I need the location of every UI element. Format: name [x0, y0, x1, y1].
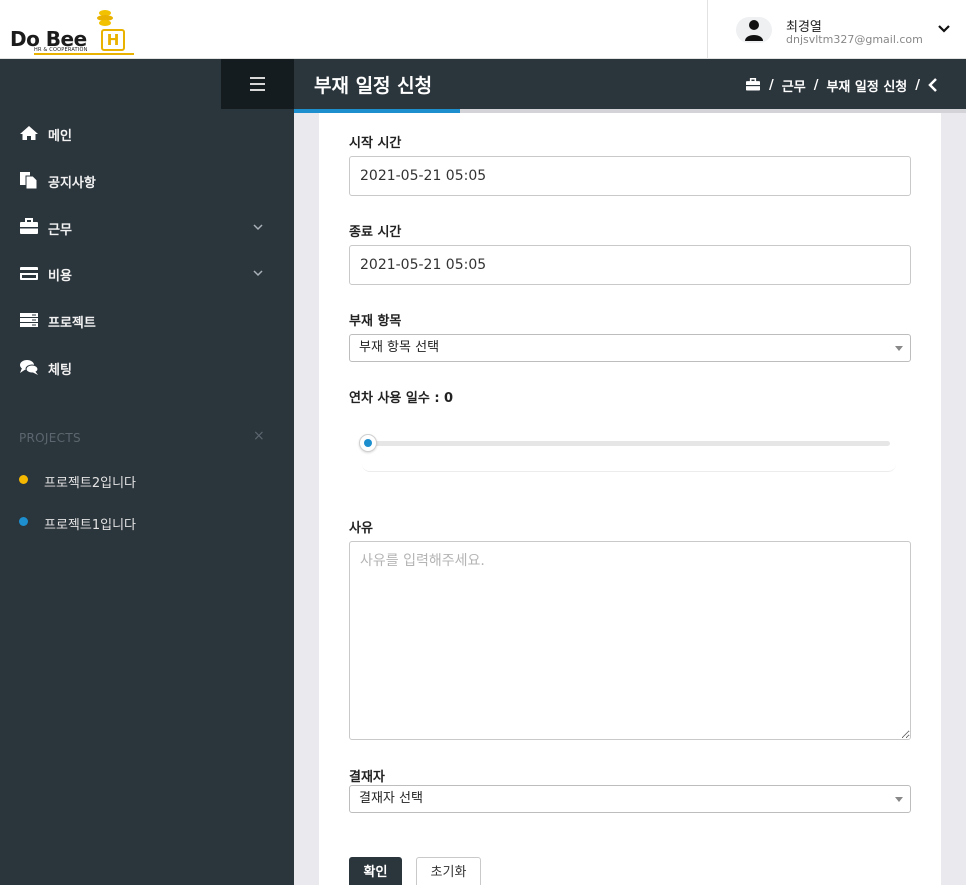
menu-toggle-button[interactable]	[221, 59, 294, 109]
user-menu[interactable]: 최경열 dnjsvltm327@gmail.com	[707, 0, 966, 59]
slider-track[interactable]	[368, 441, 890, 446]
breadcrumb-separator: /	[813, 77, 819, 93]
absence-request-form: 시작 시간 2021-05-21 05:05 종료 시간 2021-05-21 …	[319, 113, 941, 885]
start-time-input[interactable]: 2021-05-21 05:05	[349, 156, 911, 196]
sidebar-item-label: 메인	[48, 129, 72, 144]
chevron-down-icon	[253, 224, 263, 231]
sidebar-item-work[interactable]: 근무	[0, 207, 294, 247]
end-time-label: 종료 시간	[349, 225, 402, 240]
sidebar-item-main[interactable]: 메인	[0, 113, 294, 153]
approver-selected: 결재자 선택	[359, 791, 423, 806]
sidebar-project-item[interactable]: 프로젝트2입니다	[0, 465, 294, 495]
chevron-left-icon[interactable]	[928, 78, 938, 92]
sidebar-item-label: 공지사항	[48, 176, 96, 191]
start-time-label: 시작 시간	[349, 136, 402, 151]
slider-handle[interactable]	[359, 434, 377, 452]
sidebar-item-expense[interactable]: 비용	[0, 253, 294, 293]
hamburger-icon-line	[250, 83, 265, 85]
absence-type-label: 부재 항목	[349, 314, 402, 329]
logo-h-mark: H	[101, 29, 125, 51]
sidebar-project-item[interactable]: 프로젝트1입니다	[0, 507, 294, 537]
end-time-input[interactable]: 2021-05-21 05:05	[349, 245, 911, 285]
absence-type-selected: 부재 항목 선택	[359, 340, 440, 355]
reason-textarea[interactable]	[349, 541, 911, 740]
page-header: 부재 일정 신청 / 근무 / 부재 일정 신청 /	[294, 59, 966, 109]
absence-type-select[interactable]: 부재 항목 선택	[349, 334, 911, 362]
leave-days-label: 연차 사용 일수 : 0	[349, 391, 454, 406]
breadcrumb: / 근무 / 부재 일정 신청 /	[745, 75, 938, 95]
breadcrumb-separator: /	[915, 77, 920, 93]
project-dot-icon	[19, 475, 28, 484]
user-icon	[745, 20, 763, 41]
projects-section-title: PROJECTS	[19, 431, 81, 445]
page-title: 부재 일정 신청	[314, 75, 433, 97]
project-label: 프로젝트2입니다	[44, 476, 136, 491]
sidebar-item-label: 근무	[48, 223, 72, 238]
close-icon[interactable]: ×	[253, 428, 265, 444]
home-icon	[20, 126, 38, 140]
hamburger-icon-line	[250, 89, 265, 91]
confirm-button[interactable]: 확인	[349, 857, 402, 885]
dobee-logo[interactable]: Do Bee H HR & COOPERATION	[8, 9, 134, 55]
sidebar-item-label: 프로젝트	[48, 316, 96, 331]
credit-card-icon	[20, 267, 38, 280]
chevron-down-icon	[253, 270, 263, 277]
top-bar: Do Bee H HR & COOPERATION 최경열 dnjsvltm32…	[0, 0, 966, 59]
reason-label: 사유	[349, 521, 373, 536]
documents-icon	[20, 172, 38, 189]
sidebar: 메인 공지사항 근무 비용 프로젝트 체팅 PROJECTS × 프로젝트2입니…	[0, 59, 294, 885]
sidebar-item-label: 체팅	[48, 363, 72, 378]
breadcrumb-item-current: 부재 일정 신청	[826, 79, 908, 95]
approver-label: 결재자	[349, 770, 385, 785]
breadcrumb-item-work[interactable]: 근무	[782, 76, 806, 95]
project-dot-icon	[19, 517, 28, 526]
beehive-icon	[97, 10, 113, 26]
briefcase-icon	[20, 218, 38, 234]
sidebar-item-notice[interactable]: 공지사항	[0, 160, 294, 200]
hamburger-icon	[250, 77, 265, 79]
project-label: 프로젝트1입니다	[44, 518, 136, 533]
sidebar-item-project[interactable]: 프로젝트	[0, 300, 294, 340]
dropdown-arrow-icon	[895, 346, 903, 351]
avatar	[736, 17, 772, 43]
sidebar-item-chat[interactable]: 체팅	[0, 347, 294, 387]
sidebar-item-label: 비용	[48, 269, 72, 284]
logo-underline	[34, 53, 134, 55]
user-email: dnjsvltm327@gmail.com	[786, 33, 923, 46]
reset-button[interactable]: 초기화	[416, 857, 481, 885]
breadcrumb-separator: /	[769, 77, 774, 93]
server-icon	[20, 313, 38, 327]
approver-select[interactable]: 결재자 선택	[349, 785, 911, 813]
briefcase-icon[interactable]	[745, 78, 761, 92]
chat-icon	[20, 360, 39, 375]
leave-days-slider[interactable]	[359, 410, 896, 472]
dropdown-arrow-icon	[895, 797, 903, 802]
chevron-down-icon[interactable]	[937, 22, 951, 36]
